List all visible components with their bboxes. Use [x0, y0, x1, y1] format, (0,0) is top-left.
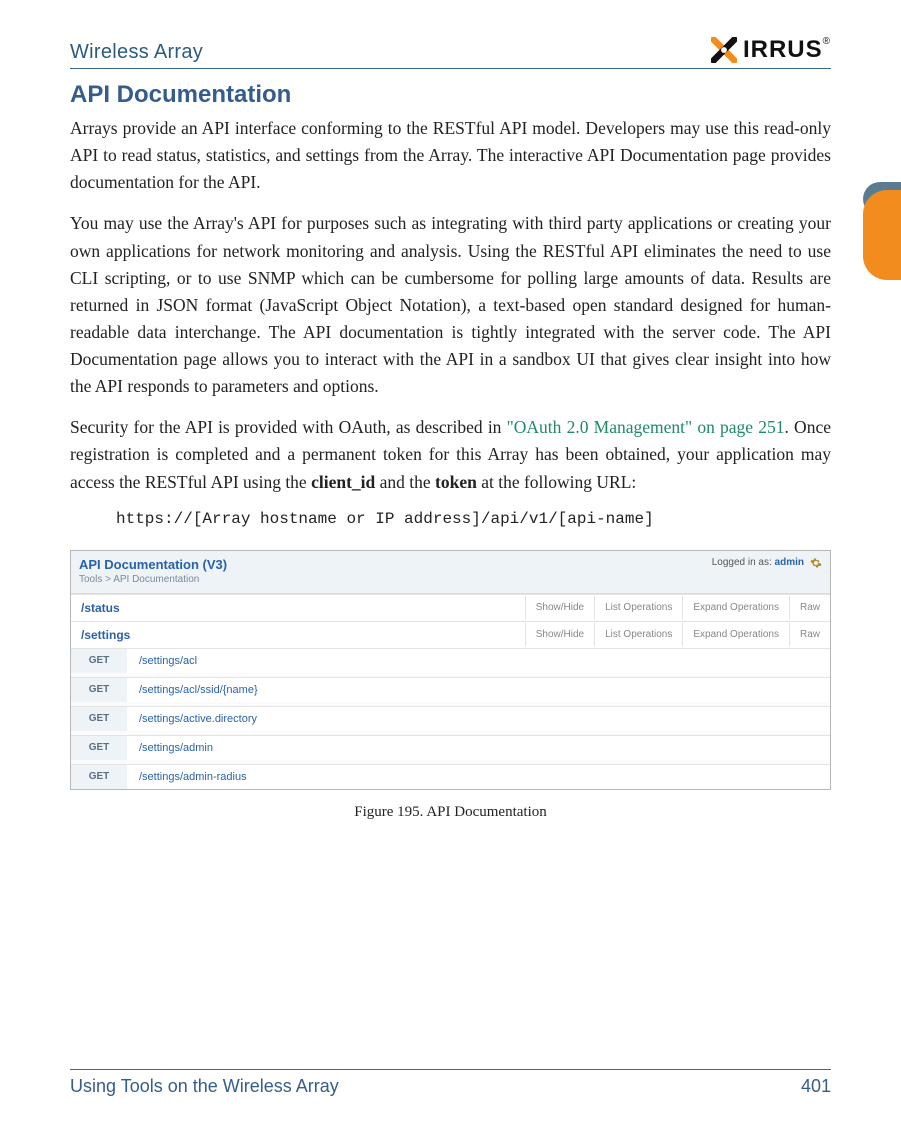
logo-text: IRRUS® — [743, 36, 831, 64]
api-url-template: https://[Array hostname or IP address]/a… — [116, 510, 831, 528]
http-method: GET — [71, 678, 127, 702]
operation-row[interactable]: GET /settings/acl — [71, 648, 830, 673]
api-doc-screenshot: API Documentation (V3) Tools > API Docum… — [70, 550, 831, 790]
paragraph-1: Arrays provide an API interface conformi… — [70, 115, 831, 196]
side-tab — [863, 190, 901, 280]
op-showhide[interactable]: Show/Hide — [525, 596, 594, 619]
gear-icon[interactable] — [810, 557, 822, 569]
op-expand[interactable]: Expand Operations — [682, 623, 789, 646]
operation-row[interactable]: GET /settings/admin-radius — [71, 764, 830, 789]
p3-bold-token: token — [435, 472, 477, 492]
header-title: Wireless Array — [70, 41, 203, 64]
section-heading: API Documentation — [70, 81, 831, 109]
embed-header: API Documentation (V3) Tools > API Docum… — [71, 551, 830, 594]
breadcrumb: Tools > API Documentation — [79, 574, 227, 585]
footer-title: Using Tools on the Wireless Array — [70, 1076, 339, 1097]
paragraph-3: Security for the API is provided with OA… — [70, 414, 831, 495]
endpoint-settings[interactable]: /settings Show/Hide List Operations Expa… — [71, 621, 830, 648]
endpoint-name-status: /status — [71, 595, 130, 621]
login-status: Logged in as: admin — [712, 557, 822, 569]
p3-bold-clientid: client_id — [311, 472, 375, 492]
embed-title: API Documentation (V3) — [79, 557, 227, 572]
op-list[interactable]: List Operations — [594, 623, 682, 646]
endpoint-status[interactable]: /status Show/Hide List Operations Expand… — [71, 594, 830, 621]
p3-part-a: Security for the API is provided with OA… — [70, 417, 507, 437]
http-method: GET — [71, 707, 127, 731]
op-raw[interactable]: Raw — [789, 596, 830, 619]
p3-part-c: and the — [375, 472, 435, 492]
endpoint-ops: Show/Hide List Operations Expand Operati… — [525, 622, 830, 648]
endpoint-path: /settings/admin — [127, 736, 225, 760]
oauth-link[interactable]: "OAuth 2.0 Management" on page 251 — [507, 417, 785, 437]
p3-part-d: at the following URL: — [477, 472, 636, 492]
operation-row[interactable]: GET /settings/acl/ssid/{name} — [71, 677, 830, 702]
http-method: GET — [71, 649, 127, 673]
op-raw[interactable]: Raw — [789, 623, 830, 646]
page-header: Wireless Array IRRUS® — [70, 36, 831, 69]
endpoint-path: /settings/active.directory — [127, 707, 269, 731]
endpoint-path: /settings/acl — [127, 649, 209, 673]
http-method: GET — [71, 765, 127, 789]
endpoint-path: /settings/admin-radius — [127, 765, 259, 789]
login-user[interactable]: admin — [775, 557, 804, 568]
endpoint-name-settings: /settings — [71, 622, 140, 648]
op-expand[interactable]: Expand Operations — [682, 596, 789, 619]
login-prefix: Logged in as: — [712, 557, 775, 568]
http-method: GET — [71, 736, 127, 760]
endpoint-ops: Show/Hide List Operations Expand Operati… — [525, 595, 830, 621]
endpoint-path: /settings/acl/ssid/{name} — [127, 678, 270, 702]
op-showhide[interactable]: Show/Hide — [525, 623, 594, 646]
paragraph-2: You may use the Array's API for purposes… — [70, 210, 831, 400]
operation-row[interactable]: GET /settings/admin — [71, 735, 830, 760]
page-number: 401 — [801, 1076, 831, 1097]
op-list[interactable]: List Operations — [594, 596, 682, 619]
figure-caption: Figure 195. API Documentation — [70, 804, 831, 821]
brand-logo: IRRUS® — [711, 36, 831, 64]
operation-row[interactable]: GET /settings/active.directory — [71, 706, 830, 731]
logo-x-icon — [711, 37, 737, 63]
embed-body: /status Show/Hide List Operations Expand… — [71, 594, 830, 789]
page-footer: Using Tools on the Wireless Array 401 — [70, 1069, 831, 1097]
